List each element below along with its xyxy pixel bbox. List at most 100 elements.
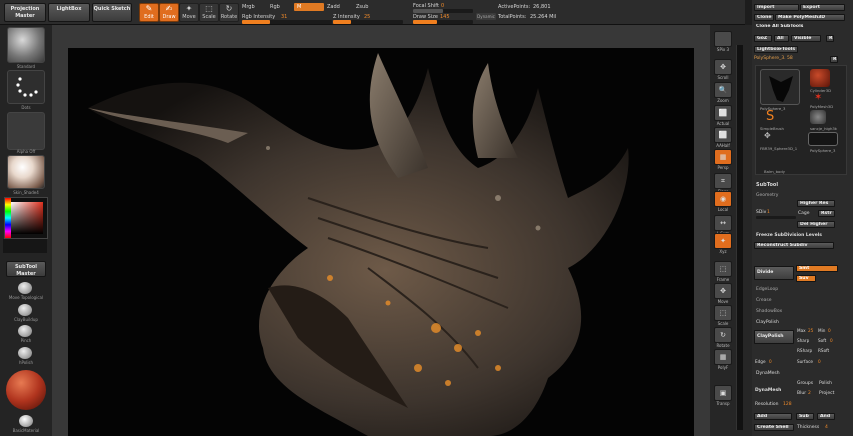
dynamesh-button[interactable]: DynaMesh <box>755 388 781 393</box>
polymesh-star-icon[interactable]: ✶ <box>814 93 826 103</box>
alpha-icon[interactable] <box>7 112 45 150</box>
material-sphere-icon[interactable] <box>6 370 46 410</box>
edgeloop-header[interactable]: EdgeLoop <box>756 287 778 292</box>
resolution-label: Resolution <box>755 402 779 407</box>
lightbox-tools-button[interactable]: Lightbox▸Tools <box>754 46 798 53</box>
mrgb-button[interactable]: Mrgb <box>242 4 255 10</box>
view-floor-button[interactable]: ⌗ <box>714 173 732 189</box>
export-button[interactable]: Export <box>800 4 845 11</box>
secondary-color[interactable] <box>3 239 47 253</box>
tool-scale-button[interactable]: ⬚ Scale <box>199 3 219 22</box>
view-tool-label: AAHalf <box>716 143 730 148</box>
cage-button[interactable]: Cage <box>798 211 810 216</box>
view-move-button[interactable]: ✥ <box>714 283 732 299</box>
view-rotate-button[interactable]: ↻ <box>714 327 732 343</box>
color-picker[interactable] <box>4 197 48 239</box>
polysphere-thumb[interactable] <box>808 132 838 146</box>
clone-button[interactable]: Clone <box>754 14 774 21</box>
tool-rotate-button[interactable]: ↻ Rotate <box>219 3 239 22</box>
groups-toggle[interactable]: Groups <box>797 381 813 386</box>
z-intensity-slider[interactable] <box>333 20 403 24</box>
view-scroll-button[interactable]: ✥ <box>714 59 732 75</box>
shadowbox-header[interactable]: ShadowBox <box>756 309 782 314</box>
document-viewport[interactable] <box>68 48 694 436</box>
claybuildup-brush-icon[interactable] <box>18 304 32 316</box>
view-scale-button[interactable]: ⬚ <box>714 305 732 321</box>
view-l-sym-button[interactable]: ↔ <box>714 215 732 231</box>
subtool-header[interactable]: SubTool <box>756 182 778 188</box>
sancje-thumb[interactable] <box>810 110 826 124</box>
tool-r-button[interactable]: R <box>830 56 838 63</box>
rgb-button[interactable]: Rgb <box>270 4 280 10</box>
visible-button[interactable]: Visible <box>791 35 821 42</box>
projection-master-button[interactable]: Projection Master <box>4 3 46 22</box>
pinch-brush-icon[interactable] <box>18 325 32 337</box>
smt-toggle[interactable]: Smt <box>796 265 838 272</box>
stroke-dots-icon[interactable] <box>7 70 45 104</box>
hue-strip[interactable] <box>5 198 11 238</box>
brush-icon[interactable] <box>7 27 45 63</box>
view-zoom-button[interactable]: 🔍 <box>714 82 732 98</box>
subtool-thumb-1[interactable] <box>760 69 800 105</box>
view-aahalf-button[interactable]: ⬜ <box>714 127 732 143</box>
polish-toggle[interactable]: Polish <box>819 381 832 386</box>
right-shelf-scrollbar[interactable] <box>736 45 743 430</box>
view-tool-label: Xyz <box>719 249 727 254</box>
add-button[interactable]: Add <box>754 413 792 420</box>
rstr-button[interactable]: Rstr <box>818 210 835 217</box>
draw-size-slider[interactable] <box>413 20 473 24</box>
import-button[interactable]: Import <box>754 4 799 11</box>
dynamic-button[interactable]: Dynamic <box>476 13 496 20</box>
view-actual-button[interactable]: ⬜ <box>714 105 732 121</box>
basicmaterial-icon[interactable] <box>19 415 33 427</box>
sdiv-slider[interactable] <box>756 216 796 219</box>
view-persp-button[interactable]: ▦ <box>714 149 732 165</box>
tool-move-button[interactable]: ✦ Move <box>179 3 199 22</box>
del-higher-button[interactable]: Del Higher <box>797 221 835 228</box>
view-polyf-button[interactable]: ▦ <box>714 349 732 365</box>
higher-res-button[interactable]: Higher Res <box>797 200 835 207</box>
clone-all-subtools-button[interactable]: Clone All SubTools <box>754 24 845 31</box>
rgb-intensity-slider[interactable] <box>242 20 332 24</box>
dynamesh-header[interactable]: DynaMesh <box>756 371 780 376</box>
sub-button[interactable]: Sub <box>796 413 814 420</box>
and-button[interactable]: And <box>817 413 835 420</box>
r-button[interactable]: R <box>826 35 834 42</box>
focal-shift-slider[interactable] <box>413 9 473 13</box>
subtool-master-button[interactable]: SubTool Master <box>6 261 46 277</box>
zsub-button[interactable]: Zsub <box>356 4 368 10</box>
hpolish-brush-icon[interactable] <box>18 347 32 359</box>
view-transp-button[interactable]: ▣ <box>714 385 732 401</box>
color-square[interactable] <box>11 202 43 234</box>
hpolish-label: hPolish <box>18 360 34 365</box>
quick-sketch-button[interactable]: Quick Sketch <box>92 3 132 22</box>
claypolish-button[interactable]: ClayPolish <box>754 330 794 344</box>
crease-header[interactable]: Crease <box>756 298 772 303</box>
m-button[interactable]: M <box>294 3 324 11</box>
tool-draw-button[interactable]: ✍ Draw <box>159 3 179 22</box>
basicmaterial-label: BasicMaterial <box>12 428 40 433</box>
reconstruct-subdiv-button[interactable]: Reconstruct Subdiv <box>754 242 834 249</box>
divide-button[interactable]: Divide <box>754 266 794 280</box>
view-frame-button[interactable]: ⬚ <box>714 261 732 277</box>
sphere-thumb-icon[interactable]: ✥ <box>764 131 778 141</box>
geometry-header[interactable]: Geometry <box>756 193 778 198</box>
lightbox-button[interactable]: LightBox <box>48 3 90 22</box>
view-local-button[interactable]: ◉ <box>714 191 732 207</box>
material-icon[interactable] <box>7 155 45 189</box>
goz-button[interactable]: GoZ <box>754 35 772 42</box>
tool-edit-button[interactable]: ✎ Edit <box>139 3 159 22</box>
view-spix-3-button[interactable] <box>714 31 732 47</box>
view-xyz-button[interactable]: ✦ <box>714 233 732 249</box>
make-polymesh-button[interactable]: Make PolyMesh3D <box>775 14 845 21</box>
simplebrush-icon[interactable]: S <box>766 110 780 124</box>
freeze-subdivision-button[interactable]: Freeze SubDivision Levels <box>756 233 822 238</box>
project-toggle[interactable]: Project <box>819 391 834 396</box>
claypolish-header[interactable]: ClayPolish <box>756 320 779 325</box>
zadd-button[interactable]: Zadd <box>327 4 340 10</box>
create-shell-button[interactable]: Create Shell <box>754 424 794 431</box>
suv-toggle[interactable]: Suv <box>796 275 816 282</box>
all-button[interactable]: All <box>774 35 789 42</box>
move-topological-brush-icon[interactable] <box>18 282 32 294</box>
cylinder-thumb[interactable] <box>810 69 830 87</box>
